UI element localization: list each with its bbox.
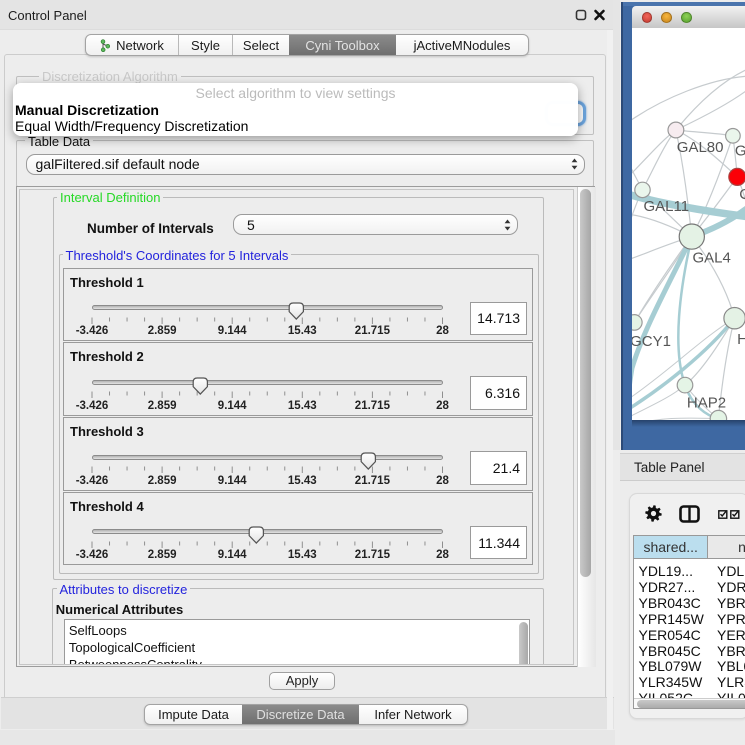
svg-text:GAL80: GAL80 — [676, 139, 723, 156]
svg-text:HAP2: HAP2 — [686, 395, 725, 412]
svg-text:H: H — [737, 331, 745, 348]
svg-text:GAL4: GAL4 — [692, 249, 730, 266]
svg-text:GCY1: GCY1 — [632, 333, 671, 350]
svg-text:C: C — [739, 186, 745, 203]
svg-text:GAL: GAL — [734, 143, 745, 160]
svg-text:GAL11: GAL11 — [643, 198, 689, 215]
